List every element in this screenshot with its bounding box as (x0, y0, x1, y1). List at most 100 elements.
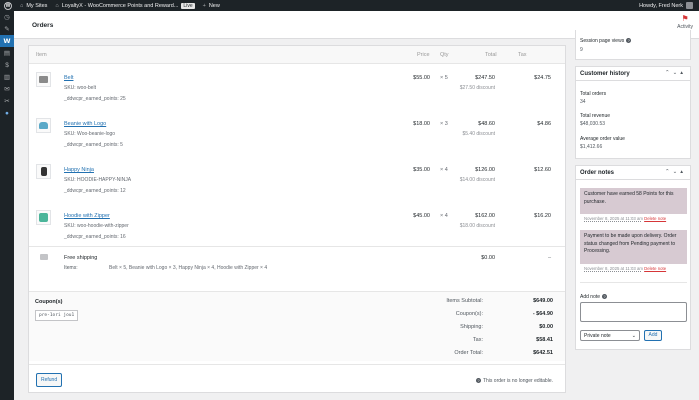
page-title: Orders (32, 22, 54, 29)
site-name-menu[interactable]: ⌂ LoyaltyX - WooCommerce Points and Rewa… (55, 2, 195, 9)
note-type-select[interactable]: Private note ⌄ (580, 330, 640, 341)
delete-note-link[interactable]: Delete note (644, 266, 666, 271)
coupon-code[interactable]: pre-1ori jou1 (35, 310, 79, 321)
col-item: Item (36, 52, 47, 58)
hoodie-image (39, 213, 48, 222)
live-badge: Live (181, 2, 195, 9)
plugin-icon[interactable]: ● (0, 107, 14, 119)
avg-order-label: Average order value (580, 136, 625, 142)
totals-row: Tax: $58.41 (353, 337, 553, 347)
divider (580, 282, 687, 283)
item-total: $247.50 (475, 75, 495, 81)
item-qty: × 3 (440, 121, 448, 127)
item-price: $35.00 (413, 167, 430, 173)
admin-bar: W ⌂ My Sites ⌂ LoyaltyX - WooCommerce Po… (0, 0, 699, 11)
howdy-text: Howdy, Fred Nerk (639, 2, 683, 9)
new-label: New (208, 2, 220, 9)
my-sites-menu[interactable]: ⌂ My Sites (20, 3, 47, 9)
item-price: $55.00 (413, 75, 430, 81)
sites-icon: ⌂ (20, 2, 24, 9)
marketing-icon[interactable]: ✉ (0, 83, 14, 95)
item-total: $162.00 (475, 213, 495, 219)
help-icon: ? (626, 38, 632, 44)
box-header: Order notes ⌃⌄▴ (576, 166, 690, 180)
not-editable-notice: ? This order is no longer editable. (475, 378, 553, 384)
pin-icon[interactable]: ✎ (0, 23, 14, 35)
avg-order-value: $1,412.66 (580, 144, 603, 150)
product-sku: SKU: woo-hoodie-with-zipper (64, 223, 129, 229)
product-thumbnail (36, 164, 51, 179)
totals-value: $0.00 (539, 324, 553, 330)
totals-label: Shipping: (460, 324, 483, 330)
flag-icon: ⚑ (681, 14, 689, 23)
admin-side-menu: ◷ ✎ W ▤ $ ▥ ✉ ✂ ● (0, 11, 14, 400)
totals-row: Items Subtotal: $649.00 (353, 298, 553, 308)
refund-area: Refund ? This order is no longer editable… (29, 364, 565, 394)
product-link[interactable]: Hoodie with Zipper (64, 213, 110, 219)
col-price: Price (417, 52, 430, 58)
table-row: Happy Ninja SKU: HOODIE-HAPPY-NINJA _ddw… (29, 164, 565, 208)
item-price: $45.00 (413, 213, 430, 219)
shipping-icon (40, 254, 48, 260)
totals-value: $642.51 (533, 350, 553, 356)
item-tax: $4.86 (537, 121, 551, 127)
totals-row: Order Total: $642.51 (353, 350, 553, 360)
table-row: Belt SKU: woo-belt _ddwcpr_earned_points… (29, 72, 565, 116)
box-controls[interactable]: ⌃⌄▴ (665, 70, 686, 76)
shipping-name: Free shipping (64, 255, 98, 261)
belt-image (39, 76, 48, 83)
plus-icon: + (202, 2, 206, 9)
shipping-tax: – (547, 255, 551, 261)
product-thumbnail (36, 210, 51, 225)
box-controls[interactable]: ⌃⌄▴ (665, 169, 686, 175)
activity-button[interactable]: ⚑ Activity (677, 14, 693, 30)
item-discount: $5.40 discount (462, 131, 495, 137)
product-meta: _ddwcpr_earned_points: 12 (64, 188, 126, 194)
woocommerce-icon[interactable]: W (0, 35, 14, 47)
product-meta: _ddwcpr_earned_points: 16 (64, 234, 126, 240)
note-meta: November 8, 2025 at 11:03 am Delete note (584, 216, 666, 221)
items-table-header: Item Price Qty Total Tax (29, 46, 565, 64)
item-discount: $14.00 discount (459, 177, 495, 183)
totals-value: - $64.90 (532, 311, 553, 317)
wordpress-logo-icon[interactable]: W (4, 1, 12, 10)
payments-icon[interactable]: $ (0, 59, 14, 71)
add-note-button[interactable]: Add (644, 330, 662, 341)
totals-value: $649.00 (533, 298, 553, 304)
item-total: $126.00 (475, 167, 495, 173)
order-note: Customer have earned 58 Points for this … (580, 188, 687, 214)
beanie-image (39, 122, 48, 129)
account-menu[interactable]: Howdy, Fred Nerk (639, 0, 693, 11)
product-link[interactable]: Beanie with Logo (64, 121, 106, 127)
product-sku: SKU: woo-belt (64, 85, 96, 91)
note-date: November 8, 2025 at 11:03 am (584, 216, 643, 221)
add-note-textarea[interactable] (580, 302, 687, 322)
refund-button[interactable]: Refund (36, 373, 63, 387)
product-link[interactable]: Happy Ninja (64, 167, 94, 173)
avatar (686, 2, 693, 9)
total-revenue-label: Total revenue (580, 113, 611, 119)
analytics-icon[interactable]: ▥ (0, 71, 14, 83)
order-note: Payment to be made upon delivery. Order … (580, 230, 687, 264)
item-tax: $12.60 (534, 167, 551, 173)
products-icon[interactable]: ▤ (0, 47, 14, 59)
product-link[interactable]: Belt (64, 75, 73, 81)
box-header: Customer history ⌃⌄▴ (576, 67, 690, 81)
dashboard-icon[interactable]: ◷ (0, 11, 14, 23)
shipping-row: Free shipping Items: Belt × 5, Beanie wi… (29, 246, 565, 281)
col-qty: Qty (440, 52, 449, 58)
item-tax: $24.75 (534, 75, 551, 81)
ninja-image (40, 167, 47, 176)
col-total: Total (485, 52, 497, 58)
customer-details-box: Session page views? 9 (575, 30, 691, 60)
appearance-icon[interactable]: ✂ (0, 95, 14, 107)
note-type-value: Private note (584, 333, 611, 339)
new-content-menu[interactable]: + New (203, 3, 220, 9)
help-icon: ? (475, 378, 481, 383)
item-qty: × 4 (440, 213, 448, 219)
shipping-total: $0.00 (481, 255, 495, 261)
delete-note-link[interactable]: Delete note (644, 216, 666, 221)
order-totals: Coupon(s) pre-1ori jou1 Items Subtotal: … (29, 291, 565, 361)
note-date: November 8, 2025 at 11:03 am (584, 266, 643, 271)
totals-label: Order Total: (454, 350, 483, 356)
